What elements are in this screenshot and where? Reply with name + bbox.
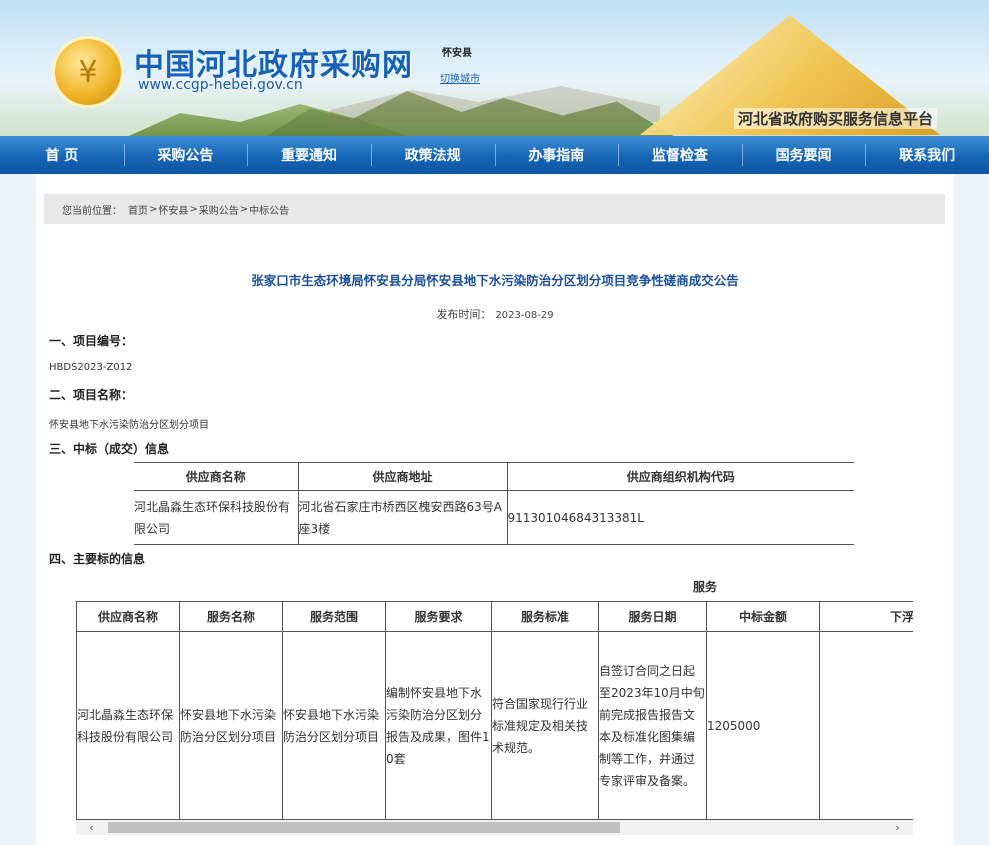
table-header-row: 供应商名称 供应商地址 供应商组织机构代码 xyxy=(134,462,854,491)
service-table: 供应商名称 服务名称 服务范围 服务要求 服务标准 服务日期 中标金额 下浮率 … xyxy=(76,601,913,820)
nav-contact[interactable]: 联系我们 xyxy=(865,136,989,174)
publish-time: 发布时间： 2023-08-29 xyxy=(36,306,954,322)
header-banner: ¥ 中国河北政府采购网 www.ccgp-hebei.gov.cn 怀安县 切换… xyxy=(0,0,989,136)
service-name: 怀安县地下水污染防治分区划分项目 xyxy=(179,631,283,820)
service-date: 自签订合同之日起至2023年10月中旬前完成报告报告文本及标准化图集编制等工作，… xyxy=(598,631,707,820)
nav-state-news[interactable]: 国务要闻 xyxy=(741,136,866,174)
scroll-right-icon[interactable]: › xyxy=(890,820,905,835)
site-url: www.ccgp-hebei.gov.cn xyxy=(138,77,303,93)
nav-home[interactable]: 首 页 xyxy=(0,136,124,174)
column-header: 中标金额 xyxy=(706,601,820,632)
horizontal-scrollbar[interactable]: ‹ › xyxy=(76,820,913,835)
column-header: 供应商名称 xyxy=(134,462,298,491)
section-main-subject: 四、主要标的信息 xyxy=(49,552,146,566)
table-row: 河北晶淼生态环保科技股份有限公司 怀安县地下水污染防治分区划分项目 怀安县地下水… xyxy=(76,631,913,820)
column-header: 服务要求 xyxy=(385,601,492,632)
service-requirement: 编制怀安县地下水污染防治分区划分报告及成果，图件10套 xyxy=(385,631,492,820)
publish-time-label: 发布时间： xyxy=(436,308,492,321)
breadcrumb-separator: > xyxy=(239,203,249,215)
winner-table: 供应商名称 供应商地址 供应商组织机构代码 河北晶淼生态环保科技股份有限公司 河… xyxy=(134,462,854,545)
supplier-name: 河北晶淼生态环保科技股份有限公司 xyxy=(134,490,298,545)
breadcrumb-home[interactable]: 首页 xyxy=(128,202,148,217)
column-header: 服务标准 xyxy=(491,601,599,632)
column-header: 服务名称 xyxy=(179,601,283,632)
switch-city-link[interactable]: 切换城市 xyxy=(440,70,480,85)
service-supplier: 河北晶淼生态环保科技股份有限公司 xyxy=(76,631,180,820)
breadcrumb-separator: > xyxy=(189,203,198,215)
column-header: 供应商地址 xyxy=(297,462,507,491)
logo-glyph: ¥ xyxy=(78,54,98,90)
section-winner-info: 三、中标（成交）信息 xyxy=(49,442,170,456)
breadcrumb-procurement[interactable]: 采购公告 xyxy=(199,202,239,217)
nav-procurement-notices[interactable]: 采购公告 xyxy=(123,136,248,174)
breadcrumb-label: 您当前位置： xyxy=(62,205,122,217)
column-header: 供应商组织机构代码 xyxy=(506,462,854,491)
site-logo-icon[interactable]: ¥ xyxy=(52,36,124,108)
table-row: 河北晶淼生态环保科技股份有限公司 河北省石家庄市桥西区槐安西路63号A座3楼 9… xyxy=(134,490,854,545)
section-project-number: 一、项目编号： xyxy=(49,334,134,348)
column-header: 下浮率 xyxy=(819,601,913,632)
notice-title: 张家口市生态环境局怀安县分局怀安县地下水污染防治分区划分项目竞争性磋商成交公告 xyxy=(251,273,739,288)
award-amount: 1205000 xyxy=(706,631,820,820)
project-name-value: 怀安县地下水污染防治分区划分项目 xyxy=(49,420,209,431)
table-header-row: 供应商名称 服务名称 服务范围 服务要求 服务标准 服务日期 中标金额 下浮率 xyxy=(76,601,913,632)
service-table-scroller[interactable]: 服务 供应商名称 服务名称 服务范围 服务要求 服务标准 服务日期 中标金额 下… xyxy=(76,574,913,837)
current-city: 怀安县 xyxy=(442,48,472,59)
column-header: 服务范围 xyxy=(282,601,386,632)
banner-great-wall xyxy=(330,86,660,122)
column-header: 服务日期 xyxy=(598,601,707,632)
breadcrumb-current: 中标公告 xyxy=(249,205,290,217)
platform-name: 河北省政府购买服务信息平台 xyxy=(733,108,937,129)
project-number-value: HBDS2023-Z012 xyxy=(49,362,133,373)
supplier-org-code: 91130104684313381L xyxy=(506,490,854,545)
main-nav: 首 页 采购公告 重要通知 政策法规 办事指南 监督检查 国务要闻 联系我们 xyxy=(0,136,989,174)
publish-date: 2023-08-29 xyxy=(495,310,554,321)
service-group-label: 服务 xyxy=(693,580,718,594)
breadcrumb: 您当前位置： 首页 > 怀安县 > 采购公告 > 中标公告 xyxy=(44,194,945,224)
content-panel: 您当前位置： 首页 > 怀安县 > 采购公告 > 中标公告 张家口市生态环境局怀… xyxy=(36,174,954,845)
service-group-header: 服务 xyxy=(76,574,913,600)
nav-guide[interactable]: 办事指南 xyxy=(494,136,619,174)
breadcrumb-separator: > xyxy=(149,203,158,215)
nav-policies[interactable]: 政策法规 xyxy=(370,136,495,174)
nav-important-notices[interactable]: 重要通知 xyxy=(247,136,371,174)
service-scope: 怀安县地下水污染防治分区划分项目 xyxy=(282,631,386,820)
service-standard: 符合国家现行行业标准规定及相关技术规范。 xyxy=(491,631,599,820)
nav-supervision[interactable]: 监督检查 xyxy=(618,136,742,174)
discount-rate xyxy=(819,631,913,820)
scrollbar-thumb[interactable] xyxy=(108,822,620,833)
supplier-address: 河北省石家庄市桥西区槐安西路63号A座3楼 xyxy=(297,490,507,545)
column-header: 供应商名称 xyxy=(76,601,180,632)
section-project-name: 二、项目名称： xyxy=(49,388,134,402)
breadcrumb-city[interactable]: 怀安县 xyxy=(158,202,188,217)
scroll-left-icon[interactable]: ‹ xyxy=(84,820,99,835)
